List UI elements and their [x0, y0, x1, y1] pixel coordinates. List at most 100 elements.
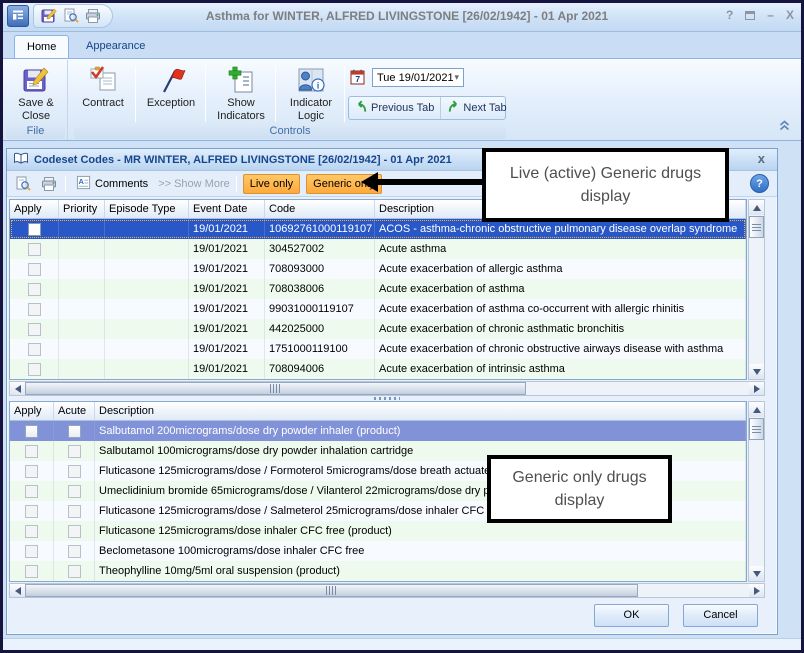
- app-menu-button[interactable]: [7, 5, 29, 27]
- row-checkbox[interactable]: [25, 545, 38, 558]
- row-checkbox[interactable]: [25, 425, 38, 438]
- date-picker[interactable]: Tue 19/01/2021 ▾: [372, 68, 464, 87]
- help-button[interactable]: ?: [726, 6, 733, 24]
- table-row[interactable]: 19/01/20211751000119100Acute exacerbatio…: [10, 339, 746, 359]
- row-checkbox[interactable]: [28, 343, 41, 356]
- drugs-vertical-scrollbar[interactable]: [748, 401, 765, 582]
- column-header-episode-type[interactable]: Episode Type: [105, 200, 189, 218]
- row-checkbox[interactable]: [68, 425, 81, 438]
- save-icon[interactable]: [40, 7, 58, 25]
- table-row[interactable]: 19/01/202110692761000119107ACOS - asthma…: [10, 219, 746, 239]
- grid-cell: [54, 461, 95, 481]
- dialog-close-button[interactable]: x: [758, 151, 765, 166]
- column-header-event-date[interactable]: Event Date: [189, 200, 265, 218]
- row-checkbox[interactable]: [28, 283, 41, 296]
- row-checkbox[interactable]: [28, 263, 41, 276]
- scroll-down-icon[interactable]: [749, 364, 764, 379]
- indicator-logic-button[interactable]: i Indicator Logic: [280, 63, 342, 123]
- print-preview-icon[interactable]: [13, 174, 33, 194]
- ok-button[interactable]: OK: [594, 604, 669, 627]
- table-row[interactable]: 19/01/2021442025000Acute exacerbation of…: [10, 319, 746, 339]
- row-checkbox[interactable]: [28, 223, 41, 236]
- grid-cell: [10, 219, 59, 239]
- collapse-ribbon-icon[interactable]: [779, 120, 790, 134]
- scroll-up-icon[interactable]: [749, 402, 764, 417]
- column-header-description[interactable]: Description: [95, 402, 746, 420]
- save-close-button[interactable]: Save & Close: [9, 63, 63, 123]
- print-preview-icon[interactable]: [62, 7, 80, 25]
- next-tab-button[interactable]: Next Tab: [440, 97, 512, 119]
- scroll-down-icon[interactable]: [749, 566, 764, 581]
- scroll-left-icon[interactable]: [10, 584, 25, 597]
- scroll-right-icon[interactable]: [749, 382, 764, 395]
- scroll-thumb[interactable]: [749, 418, 764, 440]
- scroll-left-icon[interactable]: [10, 382, 25, 395]
- row-checkbox[interactable]: [25, 565, 38, 578]
- row-checkbox[interactable]: [25, 525, 38, 538]
- grid-cell: 19/01/2021: [189, 359, 265, 379]
- grid-cell: [105, 319, 189, 339]
- grid-cell: 19/01/2021: [189, 259, 265, 279]
- scroll-right-icon[interactable]: [749, 584, 764, 597]
- row-checkbox[interactable]: [28, 363, 41, 376]
- table-row[interactable]: Theophylline 10mg/5ml oral suspension (p…: [10, 561, 746, 581]
- row-checkbox[interactable]: [25, 465, 38, 478]
- table-row[interactable]: 19/01/2021708038006Acute exacerbation of…: [10, 279, 746, 299]
- row-checkbox[interactable]: [28, 323, 41, 336]
- row-checkbox[interactable]: [68, 505, 81, 518]
- column-header-code[interactable]: Code: [265, 200, 375, 218]
- codes-horizontal-scrollbar[interactable]: [9, 381, 765, 396]
- restore-button[interactable]: [745, 11, 755, 20]
- row-checkbox[interactable]: [28, 243, 41, 256]
- column-header-acute[interactable]: Acute: [54, 402, 95, 420]
- table-row[interactable]: 19/01/2021304527002Acute asthma: [10, 239, 746, 259]
- comments-button[interactable]: A Comments: [72, 173, 152, 195]
- cancel-button[interactable]: Cancel: [683, 604, 758, 627]
- tab-home[interactable]: Home: [14, 35, 69, 58]
- column-header-apply[interactable]: Apply: [10, 200, 59, 218]
- row-checkbox[interactable]: [68, 445, 81, 458]
- column-header-priority[interactable]: Priority: [59, 200, 105, 218]
- minimize-button[interactable]: –: [767, 6, 774, 24]
- file-group-label: File: [6, 124, 65, 139]
- row-checkbox[interactable]: [68, 525, 81, 538]
- row-checkbox[interactable]: [25, 505, 38, 518]
- close-button[interactable]: X: [786, 6, 794, 24]
- print-icon[interactable]: [84, 7, 102, 25]
- table-row[interactable]: Salbutamol 200micrograms/dose dry powder…: [10, 421, 746, 441]
- show-indicators-button[interactable]: Show Indicators: [209, 63, 273, 123]
- table-row[interactable]: Fluticasone 125micrograms/dose inhaler C…: [10, 521, 746, 541]
- row-checkbox[interactable]: [25, 445, 38, 458]
- grid-cell: [59, 359, 105, 379]
- scroll-thumb[interactable]: [749, 216, 764, 238]
- table-row[interactable]: 19/01/2021708093000Acute exacerbation of…: [10, 259, 746, 279]
- row-checkbox[interactable]: [68, 485, 81, 498]
- row-checkbox[interactable]: [68, 465, 81, 478]
- grid-cell: [10, 359, 59, 379]
- grid-cell: [59, 219, 105, 239]
- live-only-toggle[interactable]: Live only: [243, 174, 300, 194]
- row-checkbox[interactable]: [68, 565, 81, 578]
- grid-cell: 19/01/2021: [189, 279, 265, 299]
- scroll-thumb[interactable]: [25, 584, 638, 597]
- table-row[interactable]: 19/01/202199031000119107Acute exacerbati…: [10, 299, 746, 319]
- drugs-horizontal-scrollbar[interactable]: [9, 583, 765, 598]
- chevron-down-icon[interactable]: ▾: [454, 72, 459, 83]
- help-icon[interactable]: ?: [750, 174, 769, 193]
- print-icon[interactable]: [39, 174, 59, 194]
- grid-cell: 1751000119100: [265, 339, 375, 359]
- contract-button[interactable]: Contract: [74, 63, 132, 123]
- previous-tab-button[interactable]: Previous Tab: [349, 97, 440, 119]
- scroll-up-icon[interactable]: [749, 200, 764, 215]
- row-checkbox[interactable]: [68, 545, 81, 558]
- row-checkbox[interactable]: [28, 303, 41, 316]
- exception-button[interactable]: Exception: [140, 63, 202, 123]
- table-row[interactable]: 19/01/2021708094006Acute exacerbation of…: [10, 359, 746, 379]
- tab-appearance[interactable]: Appearance: [74, 35, 157, 58]
- row-checkbox[interactable]: [25, 485, 38, 498]
- column-header-apply[interactable]: Apply: [10, 402, 54, 420]
- scroll-thumb[interactable]: [25, 382, 526, 395]
- codes-vertical-scrollbar[interactable]: [748, 199, 765, 380]
- table-row[interactable]: Beclometasone 100micrograms/dose inhaler…: [10, 541, 746, 561]
- show-more-button[interactable]: >> Show More: [158, 178, 230, 190]
